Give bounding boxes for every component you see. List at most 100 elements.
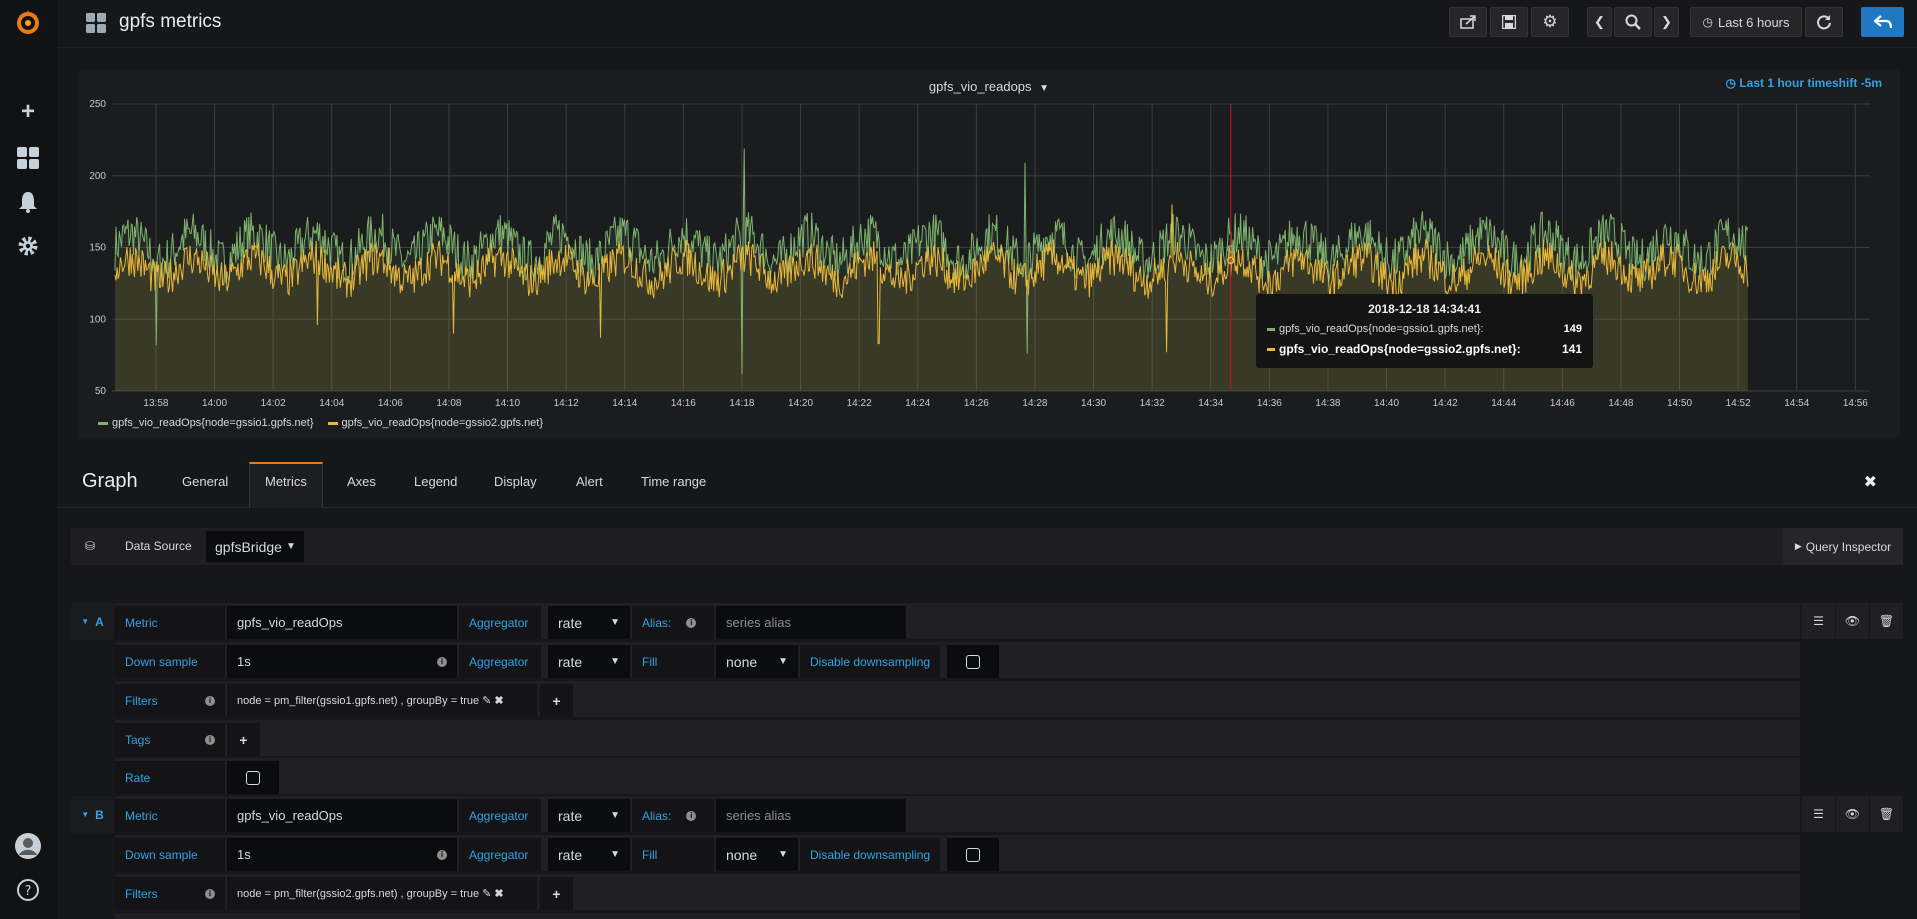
info-icon[interactable]: i (437, 656, 447, 667)
query-a-tags-row: Tags i + (115, 720, 1800, 756)
tooltip-series-value: 149 (1563, 323, 1582, 335)
close-editor-button[interactable]: ✖ (1864, 472, 1877, 492)
fill-select[interactable]: none ▼ (716, 645, 798, 678)
chevron-right-icon: ❯ (1661, 14, 1672, 29)
caret-down-icon: ▼ (81, 617, 90, 626)
downsample-input[interactable]: 1s i (227, 645, 457, 678)
bell-icon[interactable] (14, 188, 42, 216)
legend-label[interactable]: gpfs_vio_readOps{node=gssio1.gpfs.net} (112, 417, 314, 429)
tab-display[interactable]: Display (494, 472, 537, 508)
query-ref-toggle[interactable]: ▼ B (71, 796, 114, 833)
close-icon[interactable]: ✖ (494, 694, 503, 707)
grafana-logo-icon[interactable] (14, 8, 42, 36)
tab-metrics[interactable]: Metrics (249, 462, 323, 508)
gear-icon[interactable] (14, 232, 42, 260)
legend-color-swatch[interactable] (98, 421, 108, 425)
add-filter-button[interactable]: + (540, 877, 573, 910)
dashboards-grid-icon[interactable] (86, 13, 106, 38)
metric-input[interactable]: gpfs_vio_readOps (227, 799, 457, 832)
fill-select[interactable]: none ▼ (716, 838, 798, 871)
settings-button[interactable]: ⚙ (1531, 7, 1569, 37)
legend-color-swatch[interactable] (327, 421, 338, 425)
save-button[interactable] (1490, 7, 1528, 37)
info-icon[interactable]: i (686, 617, 697, 628)
filter-chip[interactable]: node = pm_filter(gssio2.gpfs.net) , grou… (227, 877, 537, 910)
downsample-aggregator-select[interactable]: rate ▼ (548, 838, 630, 871)
query-toggle-visibility-button[interactable]: 👁 (1836, 796, 1869, 832)
chevron-left-icon: ❮ (1594, 14, 1605, 29)
info-icon[interactable]: i (205, 695, 215, 706)
datasource-select[interactable]: gpfsBridge ▼ (206, 531, 304, 562)
query-ref-toggle[interactable]: ▼ A (71, 603, 114, 640)
fill-label: Fill (632, 838, 714, 871)
info-icon[interactable]: i (205, 888, 215, 899)
query-b-filters-row: Filters i node = pm_filter(gssio2.gpfs.ne… (115, 874, 1800, 910)
filters-label-text: Filters (125, 693, 158, 708)
tooltip-time: 2018-12-18 14:34:41 (1368, 302, 1481, 316)
checkbox-box (246, 770, 260, 785)
downsample-label: Down sample (115, 645, 225, 678)
plus-icon[interactable]: + (14, 98, 42, 126)
trash-icon: 🗑 (1878, 614, 1895, 628)
rate-checkbox[interactable] (227, 761, 279, 794)
clock-icon: ◷ (1725, 76, 1736, 90)
help-icon[interactable]: ? (14, 876, 42, 904)
panel-title[interactable]: gpfs_vio_readops ▼ (78, 79, 1900, 94)
fill-value: none (726, 653, 758, 670)
info-icon[interactable]: i (205, 734, 215, 745)
query-a-rate-row: Rate (115, 758, 1800, 794)
tab-time-range[interactable]: Time range (641, 472, 706, 508)
share-button[interactable] (1449, 7, 1487, 37)
info-icon[interactable]: i (686, 810, 697, 821)
tab-alert[interactable]: Alert (576, 472, 603, 508)
checkbox-box (966, 654, 980, 669)
alias-input[interactable]: series alias (716, 606, 906, 639)
dashboards-icon[interactable] (14, 144, 42, 172)
metric-input[interactable]: gpfs_vio_readOps (227, 606, 457, 639)
chevron-right-icon: ▶ (1794, 541, 1802, 551)
refresh-button[interactable] (1805, 7, 1843, 37)
query-menu-button[interactable]: ☰ (1802, 796, 1835, 832)
pencil-icon[interactable]: ✎ (482, 887, 491, 900)
aggregator-select[interactable]: rate ▼ (548, 606, 630, 639)
add-tag-button[interactable]: + (227, 723, 260, 756)
tooltip-row: gpfs_vio_readOps{node=gssio1.gpfs.net}: … (1267, 323, 1582, 335)
query-b-downsample-row: Down sample 1s i Aggregator rate ▼ Fill no… (115, 835, 1800, 871)
alias-label: Alias: i (632, 799, 714, 832)
legend-label[interactable]: gpfs_vio_readOps{node=gssio2.gpfs.net} (342, 417, 544, 429)
filter-chip[interactable]: node = pm_filter(gssio1.gpfs.net) , grou… (227, 684, 537, 717)
query-menu-button[interactable]: ☰ (1802, 603, 1835, 639)
legend-item[interactable]: gpfs_vio_readOps{node=gssio1.gpfs.net} (98, 417, 314, 429)
legend-item[interactable]: gpfs_vio_readOps{node=gssio2.gpfs.net} (327, 417, 544, 429)
aggregator-select[interactable]: rate ▼ (548, 799, 630, 832)
downsample-input[interactable]: 1s i (227, 838, 457, 871)
info-icon[interactable]: i (437, 849, 447, 860)
time-picker-button[interactable]: ◷ Last 6 hours (1690, 7, 1802, 37)
close-icon[interactable]: ✖ (494, 887, 503, 900)
disable-downsampling-checkbox[interactable] (947, 838, 999, 871)
query-delete-button[interactable]: 🗑 (1870, 796, 1903, 832)
graph-legend: gpfs_vio_readOps{node=gssio1.gpfs.net} g… (98, 417, 543, 429)
dashboard-title[interactable]: gpfs metrics (119, 11, 221, 33)
caret-down-icon: ▼ (1039, 83, 1050, 94)
zoom-out-button[interactable] (1614, 7, 1652, 37)
tab-axes[interactable]: Axes (347, 472, 376, 508)
query-a-filters-row: Filters i node = pm_filter(gssio1.gpfs.ne… (115, 681, 1800, 717)
downsample-aggregator-select[interactable]: rate ▼ (548, 645, 630, 678)
time-back-button[interactable]: ❮ (1587, 7, 1612, 37)
panel-title-text: gpfs_vio_readops (928, 79, 1032, 94)
alias-input[interactable]: series alias (716, 799, 906, 832)
time-forward-button[interactable]: ❯ (1654, 7, 1679, 37)
tab-general[interactable]: General (182, 472, 228, 508)
back-to-dashboard-button[interactable] (1861, 7, 1904, 37)
query-inspector-button[interactable]: ▶ Query Inspector (1783, 528, 1903, 565)
avatar[interactable] (14, 832, 42, 860)
tab-legend[interactable]: Legend (414, 472, 457, 508)
query-delete-button[interactable]: 🗑 (1870, 603, 1903, 639)
aggregator-label: Aggregator (459, 799, 541, 832)
add-filter-button[interactable]: + (540, 684, 573, 717)
disable-downsampling-checkbox[interactable] (947, 645, 999, 678)
pencil-icon[interactable]: ✎ (482, 694, 491, 707)
query-toggle-visibility-button[interactable]: 👁 (1836, 603, 1869, 639)
caret-down-icon: ▼ (81, 810, 90, 819)
